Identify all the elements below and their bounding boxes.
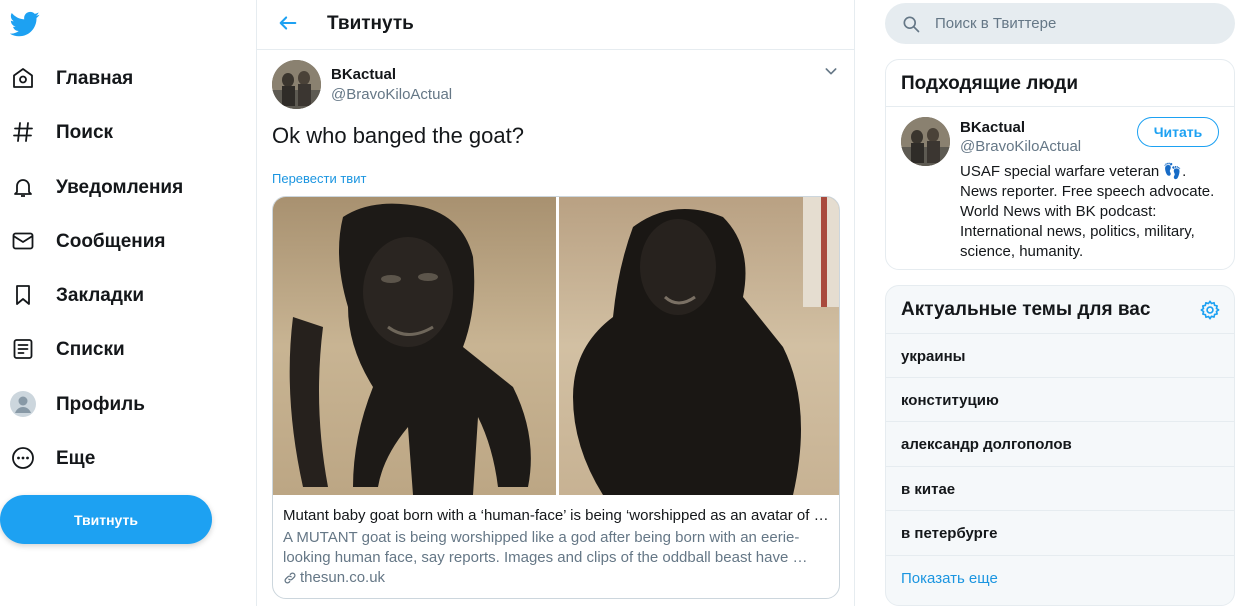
nav-item-notifications[interactable]: Уведомления xyxy=(0,164,240,212)
nav-item-messages[interactable]: Сообщения xyxy=(0,218,240,266)
who-to-follow-panel: Подходящие люди BKactual @BravoKiloActua… xyxy=(885,59,1235,270)
suggested-user-avatar[interactable] xyxy=(901,117,950,166)
gear-icon[interactable] xyxy=(1199,299,1221,321)
show-more-label: Показать еще xyxy=(901,570,998,587)
link-icon xyxy=(284,572,296,583)
search-input[interactable]: Поиск в Твиттере xyxy=(885,3,1235,44)
nav-item-lists[interactable]: Списки xyxy=(0,326,240,374)
panel-title: Актуальные темы для вас xyxy=(901,299,1151,320)
nav-item-home[interactable]: Главная xyxy=(0,55,240,103)
nav-label: Главная xyxy=(56,68,134,89)
more-dots-icon xyxy=(10,445,36,471)
left-navigation: Главная Поиск Уведомления Сообщения Закл… xyxy=(0,0,256,606)
author-name[interactable]: BKactual xyxy=(331,66,396,83)
trend-label: в петербурге xyxy=(901,525,998,542)
panel-title: Подходящие люди xyxy=(901,73,1079,94)
link-preview-card[interactable]: Mutant baby goat born with a ‘human-face… xyxy=(272,196,840,599)
trend-label: александр долгополов xyxy=(901,436,1072,453)
card-image xyxy=(273,197,839,495)
card-domain-text: thesun.co.uk xyxy=(300,569,386,586)
nav-label: Профиль xyxy=(56,394,145,415)
trend-item[interactable]: в китае xyxy=(886,466,1234,510)
home-icon xyxy=(10,65,36,91)
right-sidebar: Поиск в Твиттере Подходящие люди BKactua… xyxy=(855,0,1238,606)
nav-label: Уведомления xyxy=(56,177,184,198)
suggested-user-name[interactable]: BKactual xyxy=(960,119,1025,136)
card-title: Mutant baby goat born with a ‘human-face… xyxy=(283,507,829,524)
page-title: Твитнуть xyxy=(327,13,414,34)
nav-label: Еще xyxy=(56,448,96,469)
nav-label: Закладки xyxy=(56,285,145,306)
author-handle[interactable]: @BravoKiloActual xyxy=(331,86,452,103)
divider xyxy=(886,106,1234,107)
envelope-icon xyxy=(10,228,36,254)
nav-item-search[interactable]: Поиск xyxy=(0,109,240,157)
search-placeholder: Поиск в Твиттере xyxy=(935,15,1057,32)
show-more-link[interactable]: Показать еще xyxy=(886,555,1234,602)
card-description: A MUTANT goat is being worshipped like a… xyxy=(283,529,808,566)
trend-label: в китае xyxy=(901,481,956,498)
nav-item-more[interactable]: Еще xyxy=(0,435,240,483)
hashtag-icon xyxy=(10,119,36,145)
trend-item[interactable]: украины xyxy=(886,333,1234,377)
author-avatar[interactable] xyxy=(272,60,321,109)
list-icon xyxy=(10,336,36,362)
search-icon xyxy=(901,14,921,34)
trend-item[interactable]: конституцию xyxy=(886,377,1234,421)
bookmark-icon xyxy=(10,282,36,308)
trend-item[interactable]: в петербурге xyxy=(886,510,1234,554)
nav-label: Поиск xyxy=(56,122,114,143)
tweet-button[interactable]: Твитнуть xyxy=(0,495,212,544)
twitter-bird-icon[interactable] xyxy=(9,9,40,39)
trend-label: украины xyxy=(901,348,966,365)
nav-item-profile[interactable]: Профиль xyxy=(0,381,240,429)
chevron-down-icon[interactable] xyxy=(823,63,839,79)
translate-tweet-link[interactable]: Перевести твит xyxy=(272,171,366,186)
card-domain: thesun.co.uk xyxy=(283,569,385,586)
back-arrow-icon[interactable] xyxy=(277,12,299,34)
suggested-user-bio: USAF special warfare veteran 👣. News rep… xyxy=(960,163,1215,260)
trend-item[interactable]: александр долгополов xyxy=(886,421,1234,465)
main-header: Твитнуть xyxy=(257,0,854,50)
trends-panel: Актуальные темы для вас украины конститу… xyxy=(885,285,1235,606)
tweet-text: Ok who banged the goat? xyxy=(272,123,524,148)
nav-label: Списки xyxy=(56,339,125,360)
bell-icon xyxy=(10,174,36,200)
trend-label: конституцию xyxy=(901,392,999,409)
main-column: Твитнуть BKactual @BravoKiloActual Ok wh… xyxy=(256,0,855,606)
nav-label: Сообщения xyxy=(56,231,166,252)
suggested-user-handle[interactable]: @BravoKiloActual xyxy=(960,138,1081,155)
profile-avatar-icon xyxy=(10,391,36,417)
follow-button[interactable]: Читать xyxy=(1137,117,1219,147)
nav-item-bookmarks[interactable]: Закладки xyxy=(0,272,240,320)
